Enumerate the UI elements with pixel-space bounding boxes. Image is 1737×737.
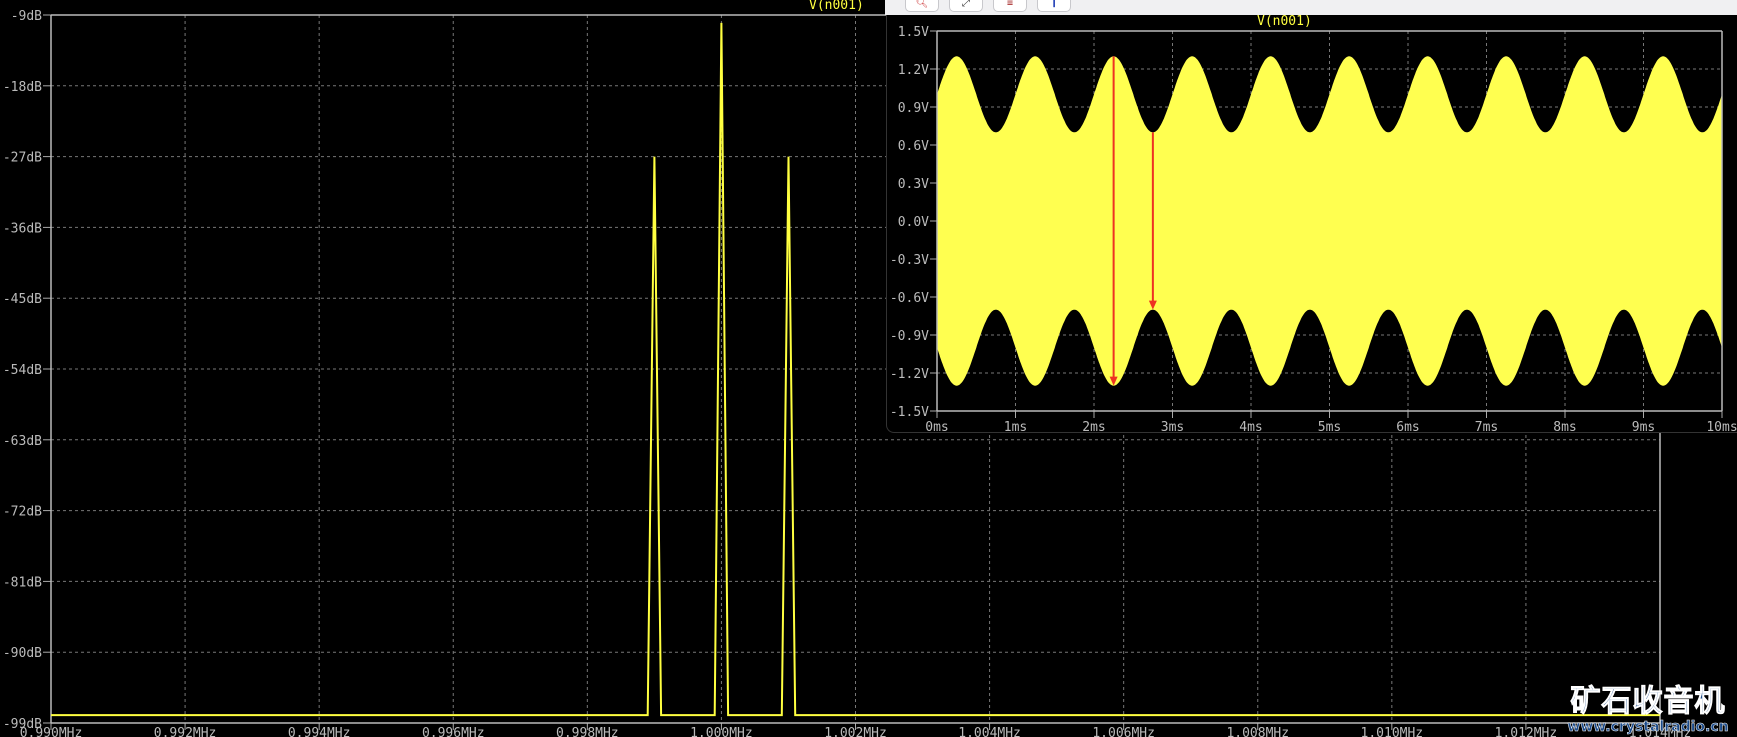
x-tick-label: 1.008MHz [1226, 726, 1289, 737]
y-tick-label: -27dB [3, 151, 42, 166]
watermark-url: www.crystalradio.cn [1567, 719, 1729, 736]
x-tick-label: 5ms [1318, 420, 1341, 432]
x-tick-label: 0.992MHz [154, 726, 217, 737]
y-tick-label: -90dB [3, 646, 42, 661]
x-tick-label: 1.012MHz [1495, 726, 1558, 737]
y-tick-label: 0.6V [898, 139, 929, 154]
y-tick-label: -45dB [3, 292, 42, 307]
x-tick-label: 1.004MHz [958, 726, 1021, 737]
x-tick-label: 7ms [1475, 420, 1498, 432]
probe-icon: ❙ [1050, 0, 1058, 9]
y-tick-label: -36dB [3, 221, 42, 236]
watermark-name: 矿石收音机 [1570, 684, 1726, 719]
y-tick-label: -0.6V [890, 291, 929, 306]
autoscale-icon: ⤢ [962, 0, 970, 9]
y-tick-label: -9dB [11, 9, 42, 24]
x-tick-label: 1.000MHz [690, 726, 753, 737]
watermark-logo: 矿石收音机 www.crystalradio.cn [1563, 684, 1733, 736]
x-tick-label: 0ms [925, 420, 948, 432]
x-tick-label: 3ms [1161, 420, 1184, 432]
autoscale-button[interactable]: ⤢ [949, 0, 983, 12]
zoom-icon: 🔍︎ [915, 0, 929, 9]
x-tick-label: 1.010MHz [1361, 726, 1424, 737]
x-tick-label: 0.994MHz [288, 726, 351, 737]
y-tick-label: 1.2V [898, 63, 929, 78]
x-tick-label: 1ms [1004, 420, 1027, 432]
y-tick-label: -81dB [3, 575, 42, 590]
y-tick-label: -63dB [3, 434, 42, 449]
plot-settings-icon: ≡ [1006, 0, 1014, 9]
x-tick-label: 8ms [1553, 420, 1576, 432]
waveform-toolbar: 🔍︎ ⤢ ≡ ❙ [885, 0, 1737, 15]
y-tick-label: -72dB [3, 505, 42, 520]
y-tick-label: 1.5V [898, 25, 929, 40]
x-tick-label: 0.996MHz [422, 726, 485, 737]
x-tick-label: 1.002MHz [824, 726, 887, 737]
x-tick-label: 9ms [1632, 420, 1655, 432]
y-tick-label: 0.3V [898, 177, 929, 192]
y-tick-label: 0.9V [898, 101, 929, 116]
x-tick-label: 6ms [1396, 420, 1419, 432]
x-tick-label: 4ms [1239, 420, 1262, 432]
am-waveform-fill [937, 56, 1722, 386]
x-tick-label: 2ms [1082, 420, 1105, 432]
transient-plot[interactable]: 1.5V 1.2V 0.9V 0.6V 0.3V 0.0V -0.3V -0.6V -0.9V -… [887, 15, 1737, 435]
y-tick-label: -18dB [3, 80, 42, 95]
x-tick-label: 10ms [1706, 420, 1737, 432]
x-tick-label: 1.006MHz [1092, 726, 1155, 737]
inset-trace-label[interactable]: V(n001) [1257, 14, 1312, 29]
y-tick-label: -1.5V [890, 405, 929, 420]
transient-plot-window: 1.5V 1.2V 0.9V 0.6V 0.3V 0.0V -0.3V -0.6V -0.9V -… [886, 14, 1737, 435]
y-tick-label: 0.0V [898, 215, 929, 230]
y-tick-label: -54dB [3, 363, 42, 378]
y-tick-label: -0.9V [890, 329, 929, 344]
zoom-button[interactable]: 🔍︎ [905, 0, 939, 12]
plot-settings-button[interactable]: ≡ [993, 0, 1027, 12]
main-trace-label[interactable]: V(n001) [809, 0, 864, 13]
y-tick-label: -0.3V [890, 253, 929, 268]
probe-button[interactable]: ❙ [1037, 0, 1071, 12]
x-tick-label: 0.998MHz [556, 726, 619, 737]
x-tick-label: 0.990MHz [20, 726, 83, 737]
y-tick-label: -1.2V [890, 367, 929, 382]
